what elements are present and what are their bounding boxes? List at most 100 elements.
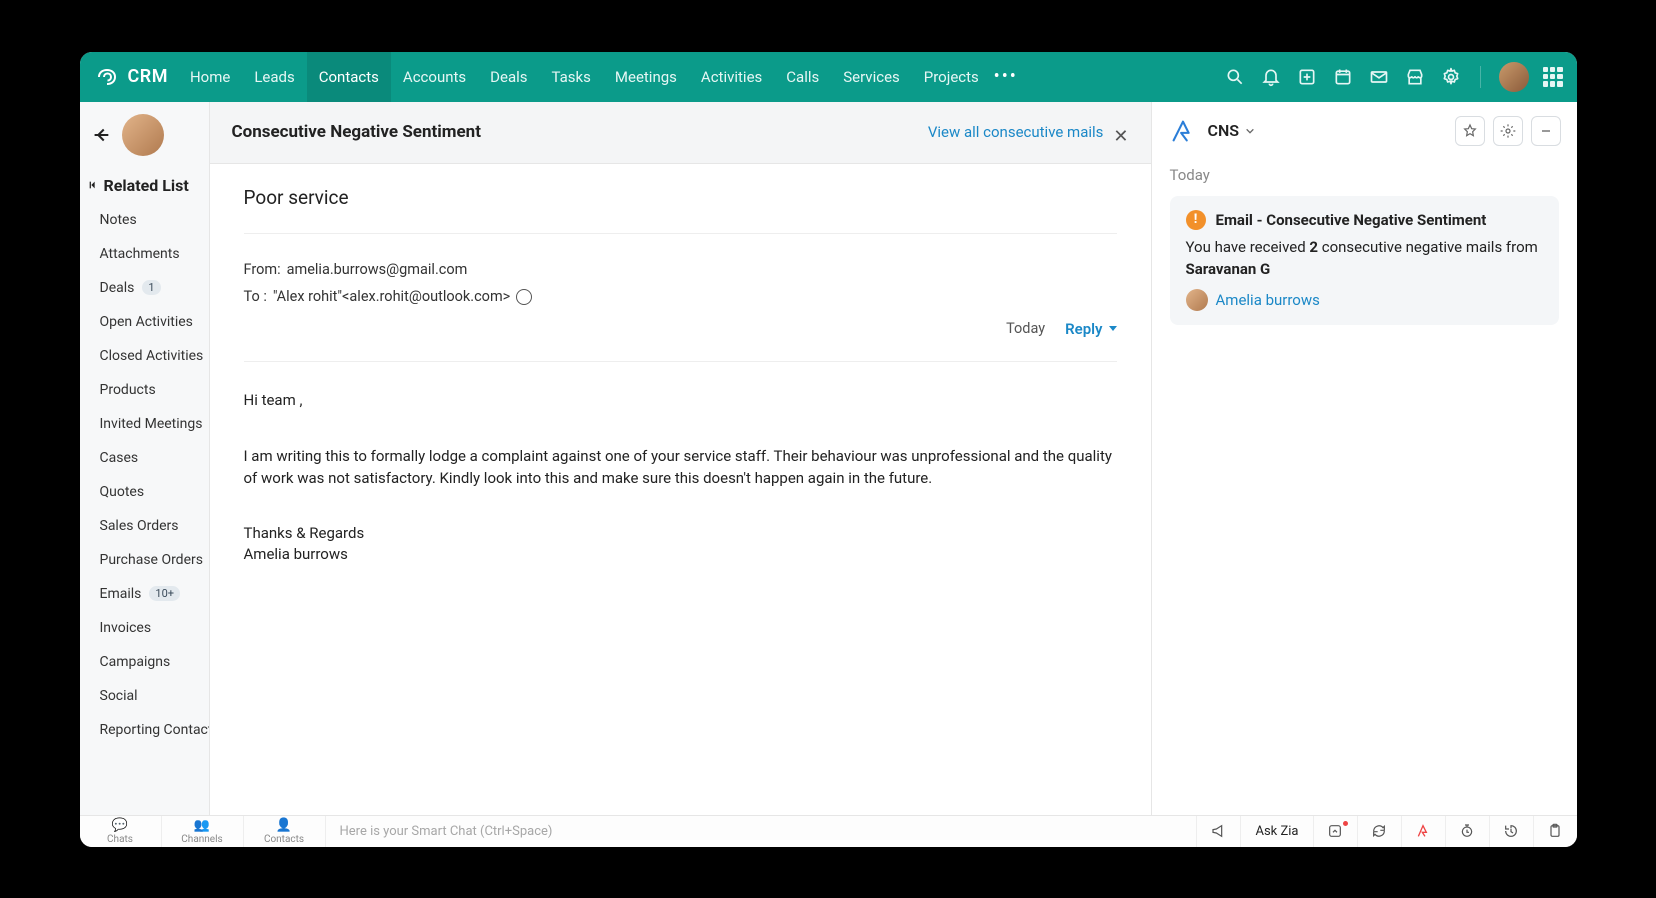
from-row: From: amelia.burrows@gmail.com [244, 256, 1117, 284]
sidebar-list: Notes Attachments Deals1 Open Activities… [80, 203, 209, 747]
sidebar-item-open-activities[interactable]: Open Activities [80, 305, 209, 339]
user-avatar[interactable] [1499, 62, 1529, 92]
date-reply-row: Today Reply [244, 315, 1117, 344]
signals-icon[interactable] [1313, 816, 1357, 847]
nav-contacts[interactable]: Contacts [307, 52, 391, 102]
email-body: Hi team , I am writing this to formally … [244, 390, 1117, 564]
nav-projects[interactable]: Projects [912, 52, 991, 102]
mail-icon[interactable] [1368, 66, 1390, 88]
sidebar: Related List Notes Attachments Deals1 Op… [80, 102, 210, 815]
zia-card-link-row: Amelia burrows [1186, 289, 1543, 311]
chevron-down-icon [1109, 326, 1117, 331]
body-para: I am writing this to formally lodge a co… [244, 446, 1117, 490]
sidebar-item-purchase-orders[interactable]: Purchase Orders [80, 543, 209, 577]
nav-right [1224, 62, 1563, 92]
contact-link[interactable]: Amelia burrows [1216, 291, 1320, 309]
nav-deals[interactable]: Deals [478, 52, 539, 102]
settings-icon[interactable] [1493, 116, 1523, 146]
bb-right: Ask Zia [1196, 816, 1576, 847]
panel-title: Consecutive Negative Sentiment [232, 122, 481, 142]
brand-text: CRM [128, 66, 168, 87]
sidebar-item-campaigns[interactable]: Campaigns [80, 645, 209, 679]
clipboard-icon[interactable] [1533, 816, 1577, 847]
close-icon[interactable]: ✕ [1113, 126, 1128, 147]
sidebar-item-reporting-contacts[interactable]: Reporting Contacts [80, 713, 209, 747]
zia-title[interactable]: CNS [1208, 121, 1256, 140]
to-row: To : "Alex rohit"<alex.rohit@outlook.com… [244, 283, 1117, 311]
warning-icon: ! [1186, 210, 1206, 230]
sidebar-item-notes[interactable]: Notes [80, 203, 209, 237]
clock-icon[interactable] [1445, 816, 1489, 847]
collapse-icon[interactable] [88, 180, 98, 190]
apps-grid-icon[interactable] [1543, 67, 1563, 87]
chevron-down-icon [1245, 126, 1255, 136]
nav-home[interactable]: Home [178, 52, 242, 102]
sidebar-item-sales-orders[interactable]: Sales Orders [80, 509, 209, 543]
bb-chats[interactable]: 💬Chats [80, 816, 162, 847]
email-subject: Poor service [244, 186, 1117, 209]
sidebar-item-emails[interactable]: Emails10+ [80, 577, 209, 611]
sidebar-item-quotes[interactable]: Quotes [80, 475, 209, 509]
refresh-icon[interactable] [1357, 816, 1401, 847]
announce-icon[interactable] [1196, 816, 1240, 847]
sidebar-heading-text: Related List [104, 176, 189, 195]
divider [244, 233, 1117, 234]
zia-card-text: You have received 2 consecutive negative… [1186, 236, 1543, 281]
history-icon[interactable] [1489, 816, 1533, 847]
greeting: Hi team , [244, 390, 1117, 412]
signature: Thanks & Regards Amelia burrows [244, 523, 1117, 564]
add-icon[interactable] [1296, 66, 1318, 88]
nav-services[interactable]: Services [831, 52, 912, 102]
sentiment-icon[interactable] [516, 289, 532, 305]
gear-icon[interactable] [1440, 66, 1462, 88]
nav-items: Home Leads Contacts Accounts Deals Tasks… [178, 52, 1021, 102]
nav-tasks[interactable]: Tasks [540, 52, 603, 102]
nav-calls[interactable]: Calls [774, 52, 831, 102]
smartchat-input[interactable]: Here is your Smart Chat (Ctrl+Space) [326, 824, 1197, 839]
zia-alert-icon[interactable] [1401, 816, 1445, 847]
nav-meetings[interactable]: Meetings [603, 52, 689, 102]
store-icon[interactable] [1404, 66, 1426, 88]
sidebar-item-social[interactable]: Social [80, 679, 209, 713]
ask-zia-button[interactable]: Ask Zia [1240, 816, 1312, 847]
brand-logo-icon [94, 64, 120, 90]
sidebar-item-invoices[interactable]: Invoices [80, 611, 209, 645]
star-icon[interactable] [1455, 116, 1485, 146]
nav-more-icon[interactable]: ••• [991, 66, 1021, 87]
zia-icon [1168, 116, 1198, 146]
contacts-icon: 👤 [276, 818, 292, 833]
separator [1480, 66, 1481, 88]
nav-activities[interactable]: Activities [689, 52, 774, 102]
sidebar-item-attachments[interactable]: Attachments [80, 237, 209, 271]
sidebar-item-invited-meetings[interactable]: Invited Meetings [80, 407, 209, 441]
sidebar-item-deals[interactable]: Deals1 [80, 271, 209, 305]
email-content: Poor service From: amelia.burrows@gmail.… [210, 164, 1151, 815]
back-arrow-icon[interactable] [90, 124, 112, 146]
divider [244, 361, 1117, 362]
zia-card[interactable]: ! Email - Consecutive Negative Sentiment… [1170, 196, 1559, 325]
brand[interactable]: CRM [94, 64, 168, 90]
sidebar-heading: Related List [80, 166, 209, 203]
email-date: Today [1006, 315, 1045, 343]
bb-contacts[interactable]: 👤Contacts [244, 816, 326, 847]
view-all-link[interactable]: View all consecutive mails [928, 123, 1104, 141]
contact-avatar[interactable] [122, 114, 164, 156]
nav-leads[interactable]: Leads [242, 52, 306, 102]
sidebar-profile [80, 102, 209, 166]
sidebar-item-products[interactable]: Products [80, 373, 209, 407]
calendar-icon[interactable] [1332, 66, 1354, 88]
zia-header: CNS [1152, 102, 1577, 160]
email-meta: From: amelia.burrows@gmail.com To : "Ale… [244, 256, 1117, 344]
reply-button[interactable]: Reply [1065, 315, 1116, 344]
top-nav: CRM Home Leads Contacts Accounts Deals T… [80, 52, 1577, 102]
bb-channels[interactable]: 👥Channels [162, 816, 244, 847]
zia-day-label: Today [1170, 166, 1559, 184]
nav-accounts[interactable]: Accounts [391, 52, 478, 102]
sidebar-item-closed-activities[interactable]: Closed Activities [80, 339, 209, 373]
bell-icon[interactable] [1260, 66, 1282, 88]
minimize-icon[interactable] [1531, 116, 1561, 146]
sidebar-item-cases[interactable]: Cases [80, 441, 209, 475]
search-icon[interactable] [1224, 66, 1246, 88]
zia-panel: CNS Today ! Email - Consecutive Negative… [1152, 102, 1577, 815]
channels-icon: 👥 [194, 818, 210, 833]
